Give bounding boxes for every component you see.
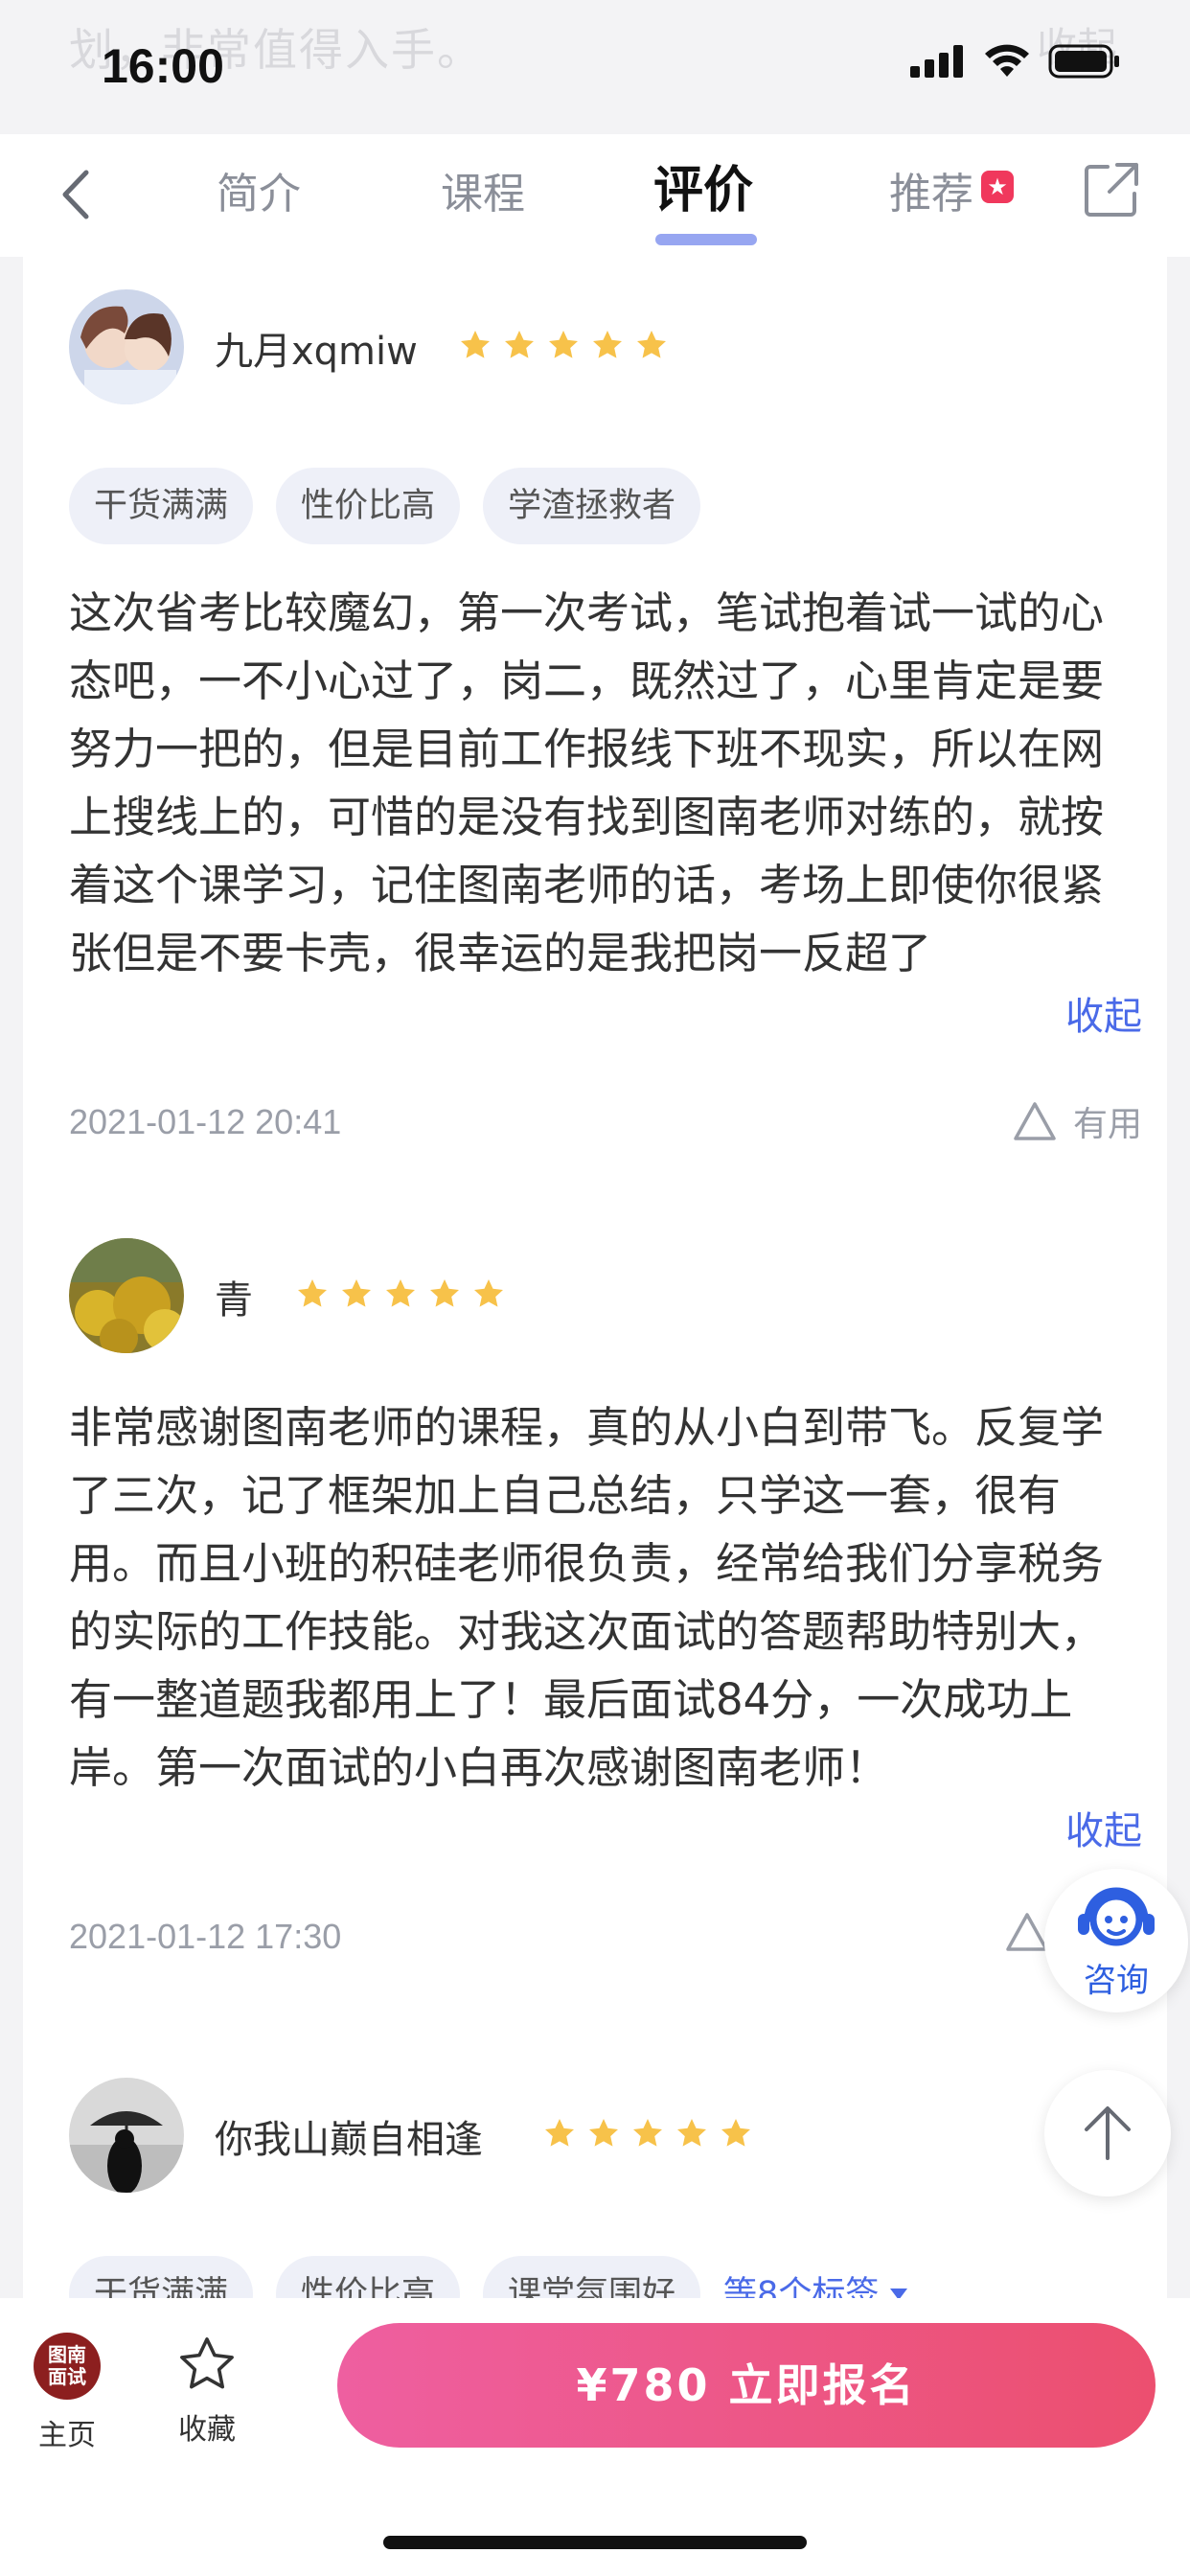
tab-reviews[interactable]: 评价 [653,157,753,224]
star-icon [342,1279,371,1307]
system-icons [910,44,1121,79]
clock: 16:00 [102,39,224,93]
star-icon [386,1279,415,1307]
useful-label: 有用 [1072,1105,1142,1144]
review-text: 这次省考比较魔幻，第一次考试，笔试抱着试一试的心态吧，一不小心过了，岗二，既然过… [69,587,1105,978]
review-tags: 干货满满 性价比高 课堂氛围好 等8个标签 [69,2256,909,2298]
star-icon [549,331,578,358]
active-tab-indicator [655,234,757,245]
star-icon [461,331,490,358]
star-icon [593,331,622,358]
brand-logo-line1: 图南 [48,2343,86,2366]
battery-icon [1048,44,1119,79]
signup-button[interactable]: ¥780 立即报名 [337,2323,1156,2448]
avatar[interactable] [69,289,184,404]
collapse-link[interactable]: 收起 [1065,1800,1142,1855]
review-item: 青 非常感谢图南老师的课程，真的从小白到带飞。反复学了三次，记了框架加上自己总结… [69,1238,1142,2082]
review-tag: 课堂氛围好 [483,2256,701,2298]
brand-logo: 图南 面试 [34,2333,101,2400]
rating-stars [458,328,669,362]
useful-button[interactable]: 有用 [1012,1096,1142,1146]
review-username: 九月xqmiw [215,330,418,374]
rating-stars [295,1276,506,1311]
top-nav-bar: 简介 课程 评价 推荐 ★ [0,134,1190,257]
star-outline-icon [180,2337,234,2389]
consult-label: 咨询 [1084,1961,1149,2000]
home-indicator [383,2536,807,2549]
star-icon [430,1279,459,1307]
tab-course[interactable]: 课程 [441,161,525,228]
star-icon [505,331,534,358]
thumb-triangle-icon [1014,1102,1056,1140]
caret-down-icon [890,2288,908,2298]
consult-button[interactable]: 咨询 [1044,1869,1188,2012]
home-label: 主页 [38,2419,96,2452]
more-tags-toggle[interactable]: 等8个标签 [723,2256,909,2298]
status-bar: 划，非常值得入手。 收起 16:00 [0,0,1190,134]
star-icon [589,2119,618,2147]
cellular-signal-icon [910,45,963,78]
review-text: 非常感谢图南老师的课程，真的从小白到带飞。反复学了三次，记了框架加上自己总结，只… [69,1402,1105,1793]
star-icon [677,2119,706,2147]
review-item: 你我山巅自相逢 干货满满 性价比高 课堂氛围好 等8个标签 [69,2078,1142,2298]
customer-service-icon [1078,1887,1155,1945]
avatar[interactable] [69,1238,184,1353]
favorite-label: 收藏 [178,2413,236,2447]
review-username: 你我山巅自相逢 [215,2118,483,2162]
home-nav-item[interactable]: 图南 面试 主页 [29,2333,105,2453]
share-icon[interactable] [1083,161,1140,218]
review-item: 九月xqmiw 干货满满 性价比高 学渣拯救者 这次省考比较魔幻，第一次考试，笔… [69,289,1142,1363]
review-date: 2021-01-12 17:30 [69,1917,342,1956]
wifi-icon [985,44,1029,77]
star-icon [637,331,666,358]
collapse-link[interactable]: 收起 [1065,985,1142,1041]
reviews-list: 九月xqmiw 干货满满 性价比高 学渣拯救者 这次省考比较魔幻，第一次考试，笔… [23,257,1167,2298]
star-icon [633,2119,662,2147]
brand-logo-line2: 面试 [48,2365,86,2388]
tab-bar: 简介 课程 评价 推荐 [182,161,1064,245]
review-tag: 学渣拯救者 [483,468,701,544]
recommend-badge-icon: ★ [981,171,1014,203]
star-icon [298,1279,327,1307]
favorite-nav-item[interactable]: 收藏 [169,2333,245,2448]
tab-recommend[interactable]: 推荐 [889,161,973,228]
star-icon [545,2119,574,2147]
avatar[interactable] [69,2078,184,2193]
bottom-action-bar: 图南 面试 主页 收藏 ¥780 立即报名 [0,2298,1190,2576]
review-tags: 干货满满 性价比高 学渣拯救者 [69,468,701,544]
back-arrow-icon[interactable] [48,161,105,228]
review-date: 2021-01-12 20:41 [69,1102,342,1141]
review-tag: 干货满满 [69,468,254,544]
review-tag: 干货满满 [69,2256,254,2298]
more-tags-label: 等8个标签 [723,2275,880,2298]
tab-intro[interactable]: 简介 [217,161,301,228]
star-icon [474,1279,503,1307]
thumb-triangle-icon [1006,1913,1048,1951]
scroll-top-button[interactable] [1044,2070,1171,2196]
star-icon [721,2119,750,2147]
review-tag: 性价比高 [276,2256,461,2298]
arrow-up-icon [1085,2106,1131,2160]
rating-stars [542,2116,753,2150]
review-tag: 性价比高 [276,468,461,544]
review-username: 青 [215,1278,253,1322]
